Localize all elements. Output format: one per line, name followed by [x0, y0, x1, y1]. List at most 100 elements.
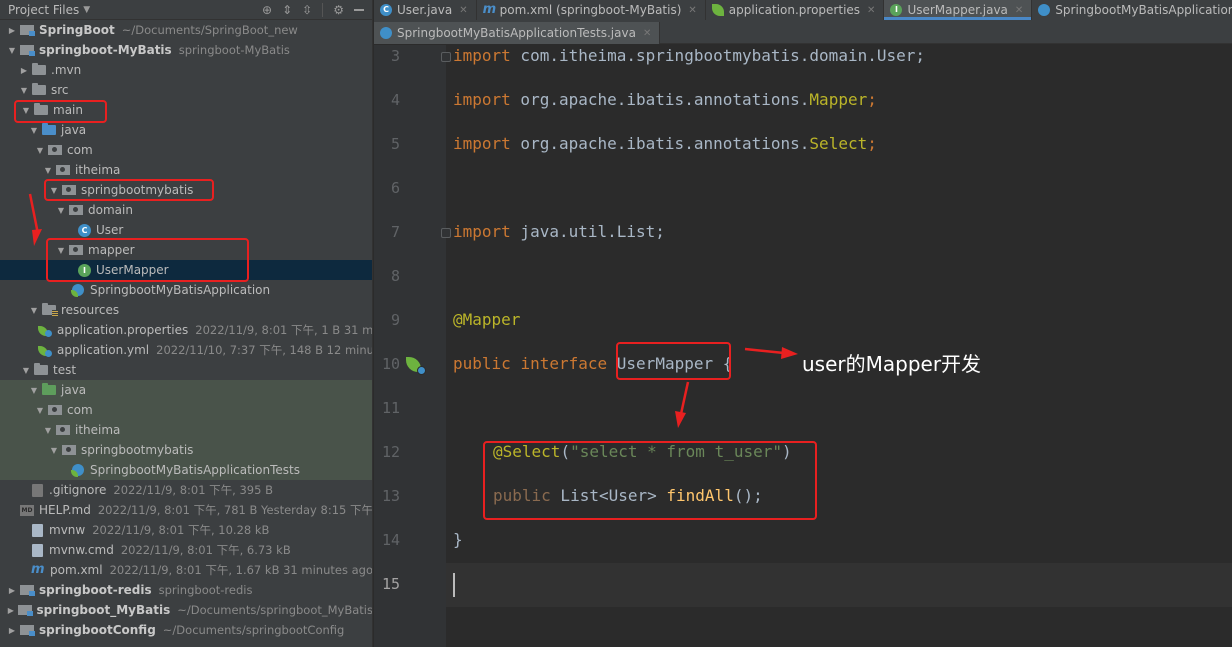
- tab-springbootmybatisapplication-java[interactable]: SpringbootMyBatisApplication.java: [1032, 0, 1232, 20]
- tree-item-java[interactable]: ▼ java: [0, 120, 372, 140]
- chevron-right-icon[interactable]: ▶: [18, 66, 30, 75]
- package-icon: [69, 245, 83, 255]
- spring-class-icon: [380, 27, 392, 39]
- chevron-down-icon[interactable]: ▼: [42, 166, 54, 175]
- chevron-right-icon[interactable]: ▶: [6, 626, 18, 635]
- collapse-all-icon[interactable]: ⇳: [302, 3, 312, 17]
- tree-item-resources[interactable]: ▼ resources: [0, 300, 372, 320]
- tree-item-springbootmybatisapplicationtests[interactable]: SpringbootMyBatisApplicationTests: [0, 460, 372, 480]
- close-icon[interactable]: ✕: [643, 28, 651, 39]
- tree-item-test[interactable]: ▼ test: [0, 360, 372, 380]
- chevron-down-icon[interactable]: ▼: [48, 186, 60, 195]
- tab-application-properties[interactable]: application.properties ✕: [706, 0, 885, 20]
- tree-item-test-springbootmybatis[interactable]: ▼ springbootmybatis: [0, 440, 372, 460]
- line-number: 9: [390, 311, 400, 329]
- tree-item-domain[interactable]: ▼ domain: [0, 200, 372, 220]
- tab-label: SpringbootMyBatisApplication.java: [1055, 3, 1232, 17]
- tree-item-src[interactable]: ▼ src: [0, 80, 372, 100]
- tree-item-application-yml[interactable]: application.yml 2022/11/10, 7:37 下午, 148…: [0, 340, 372, 360]
- tree-item-mapper[interactable]: ▼ mapper: [0, 240, 372, 260]
- tree-item-pom-xml[interactable]: m pom.xml 2022/11/9, 8:01 下午, 1.67 kB 31…: [0, 560, 372, 580]
- tree-item-label: java: [61, 383, 87, 397]
- chevron-right-icon[interactable]: ▶: [6, 586, 18, 595]
- gear-icon[interactable]: ⚙: [333, 3, 344, 17]
- chevron-down-icon[interactable]: ▼: [55, 206, 67, 215]
- tree-item-com[interactable]: ▼ com: [0, 140, 372, 160]
- tree-item-label: .gitignore: [49, 483, 107, 497]
- hide-panel-icon[interactable]: [354, 9, 364, 11]
- tree-item-springboot[interactable]: ▶ SpringBoot ~/Documents/SpringBoot_new: [0, 20, 372, 40]
- tree-item-label: User: [96, 223, 124, 237]
- fold-marker-icon[interactable]: [441, 52, 451, 62]
- package-icon: [62, 445, 76, 455]
- tree-item-springbootmybatisapplication[interactable]: SpringbootMyBatisApplication: [0, 280, 372, 300]
- chevron-down-icon[interactable]: ▼: [48, 446, 60, 455]
- chevron-down-icon[interactable]: ▼: [20, 366, 32, 375]
- folder-icon: [34, 103, 48, 115]
- close-icon[interactable]: ✕: [688, 5, 696, 16]
- line-number: 7: [390, 223, 400, 241]
- tree-item-label: src: [51, 83, 69, 97]
- tree-item-test-itheima[interactable]: ▼ itheima: [0, 420, 372, 440]
- chevron-down-icon[interactable]: ▼: [28, 306, 40, 315]
- tree-item-mvn[interactable]: ▶ .mvn: [0, 60, 372, 80]
- chevron-down-icon[interactable]: ▼: [28, 386, 40, 395]
- tab-user-java[interactable]: C User.java ✕: [374, 0, 477, 20]
- tree-item-usermapper[interactable]: I UserMapper: [0, 260, 372, 280]
- code-string: "select * from t_user": [570, 442, 782, 461]
- code-line-9: @Mapper: [453, 310, 520, 329]
- tab-springbootmybatisapplicationtests-java[interactable]: SpringbootMyBatisApplicationTests.java ✕: [374, 22, 661, 44]
- project-view-selector[interactable]: Project Files: [8, 3, 79, 17]
- tree-item-test-com[interactable]: ▼ com: [0, 400, 372, 420]
- tree-item-springbootconfig[interactable]: ▶ springbootConfig ~/Documents/springboo…: [0, 620, 372, 640]
- close-icon[interactable]: ✕: [459, 5, 467, 16]
- code-line-10: public interface UserMapper {: [453, 354, 732, 373]
- tab-pom-xml[interactable]: m pom.xml (springboot-MyBatis) ✕: [477, 0, 706, 20]
- chevron-down-icon[interactable]: ▼: [34, 406, 46, 415]
- tab-row-2: SpringbootMyBatisApplicationTests.java ✕: [374, 22, 661, 44]
- code-brace: {: [722, 354, 733, 373]
- spring-class-icon: [1038, 4, 1051, 16]
- tree-item-springboot-mybatis[interactable]: ▼ springboot-MyBatis springboot-MyBatis: [0, 40, 372, 60]
- interface-icon: I: [78, 263, 91, 277]
- code-editor[interactable]: 3 4 5 6 7 8 9 10 11 12 13 14 15 import c…: [374, 45, 1232, 647]
- expand-all-icon[interactable]: ⇕: [282, 3, 292, 17]
- chevron-down-icon[interactable]: ▼: [6, 46, 18, 55]
- chevron-down-icon[interactable]: ▼: [55, 246, 67, 255]
- close-icon[interactable]: ✕: [1015, 5, 1023, 16]
- chevron-right-icon[interactable]: ▶: [6, 26, 18, 35]
- tree-item-mvnw-cmd[interactable]: mvnw.cmd 2022/11/9, 8:01 下午, 6.73 kB: [0, 540, 372, 560]
- tree-item-label: springbootmybatis: [81, 183, 194, 197]
- line-number: 8: [390, 267, 400, 285]
- tree-item-gitignore[interactable]: .gitignore 2022/11/9, 8:01 下午, 395 B: [0, 480, 372, 500]
- tree-item-mvnw[interactable]: mvnw 2022/11/9, 8:01 下午, 10.28 kB: [0, 520, 372, 540]
- chevron-down-icon[interactable]: ▼: [20, 106, 32, 115]
- tree-item-meta: 2022/11/9, 8:01 下午, 395 B: [113, 483, 273, 497]
- folder-icon: [32, 83, 46, 95]
- tree-item-test-java[interactable]: ▼ java: [0, 380, 372, 400]
- fold-marker-icon[interactable]: [441, 228, 451, 238]
- code-text: com.itheima.springbootmybatis.domain.Use…: [510, 46, 926, 65]
- tree-item-label: test: [53, 363, 77, 377]
- tree-item-application-properties[interactable]: application.properties 2022/11/9, 8:01 下…: [0, 320, 372, 340]
- chevron-right-icon[interactable]: ▶: [6, 606, 16, 615]
- tree-item-label: springboot-MyBatis: [39, 43, 172, 57]
- tree-item-label: .mvn: [51, 63, 82, 77]
- locate-icon[interactable]: ⊕: [262, 3, 272, 17]
- chevron-down-icon[interactable]: ▼: [83, 5, 90, 15]
- spring-bean-gutter-icon[interactable]: [406, 355, 426, 375]
- tree-item-itheima[interactable]: ▼ itheima: [0, 160, 372, 180]
- tree-item-springboot-mybatis-2[interactable]: ▶ springboot_MyBatis ~/Documents/springb…: [0, 600, 372, 620]
- tree-item-help-md[interactable]: MD HELP.md 2022/11/9, 8:01 下午, 781 B Yes…: [0, 500, 372, 520]
- chevron-down-icon[interactable]: ▼: [42, 426, 54, 435]
- code-line-3: import com.itheima.springbootmybatis.dom…: [453, 46, 925, 65]
- tree-item-springbootmybatis[interactable]: ▼ springbootmybatis: [0, 180, 372, 200]
- chevron-down-icon[interactable]: ▼: [34, 146, 46, 155]
- tree-item-user[interactable]: C User: [0, 220, 372, 240]
- chevron-down-icon[interactable]: ▼: [18, 86, 30, 95]
- tree-item-springboot-redis[interactable]: ▶ springboot-redis springboot-redis: [0, 580, 372, 600]
- chevron-down-icon[interactable]: ▼: [28, 126, 40, 135]
- tree-item-main[interactable]: ▼ main: [0, 100, 372, 120]
- close-icon[interactable]: ✕: [867, 5, 875, 16]
- tab-usermapper-java[interactable]: I UserMapper.java ✕: [884, 0, 1033, 20]
